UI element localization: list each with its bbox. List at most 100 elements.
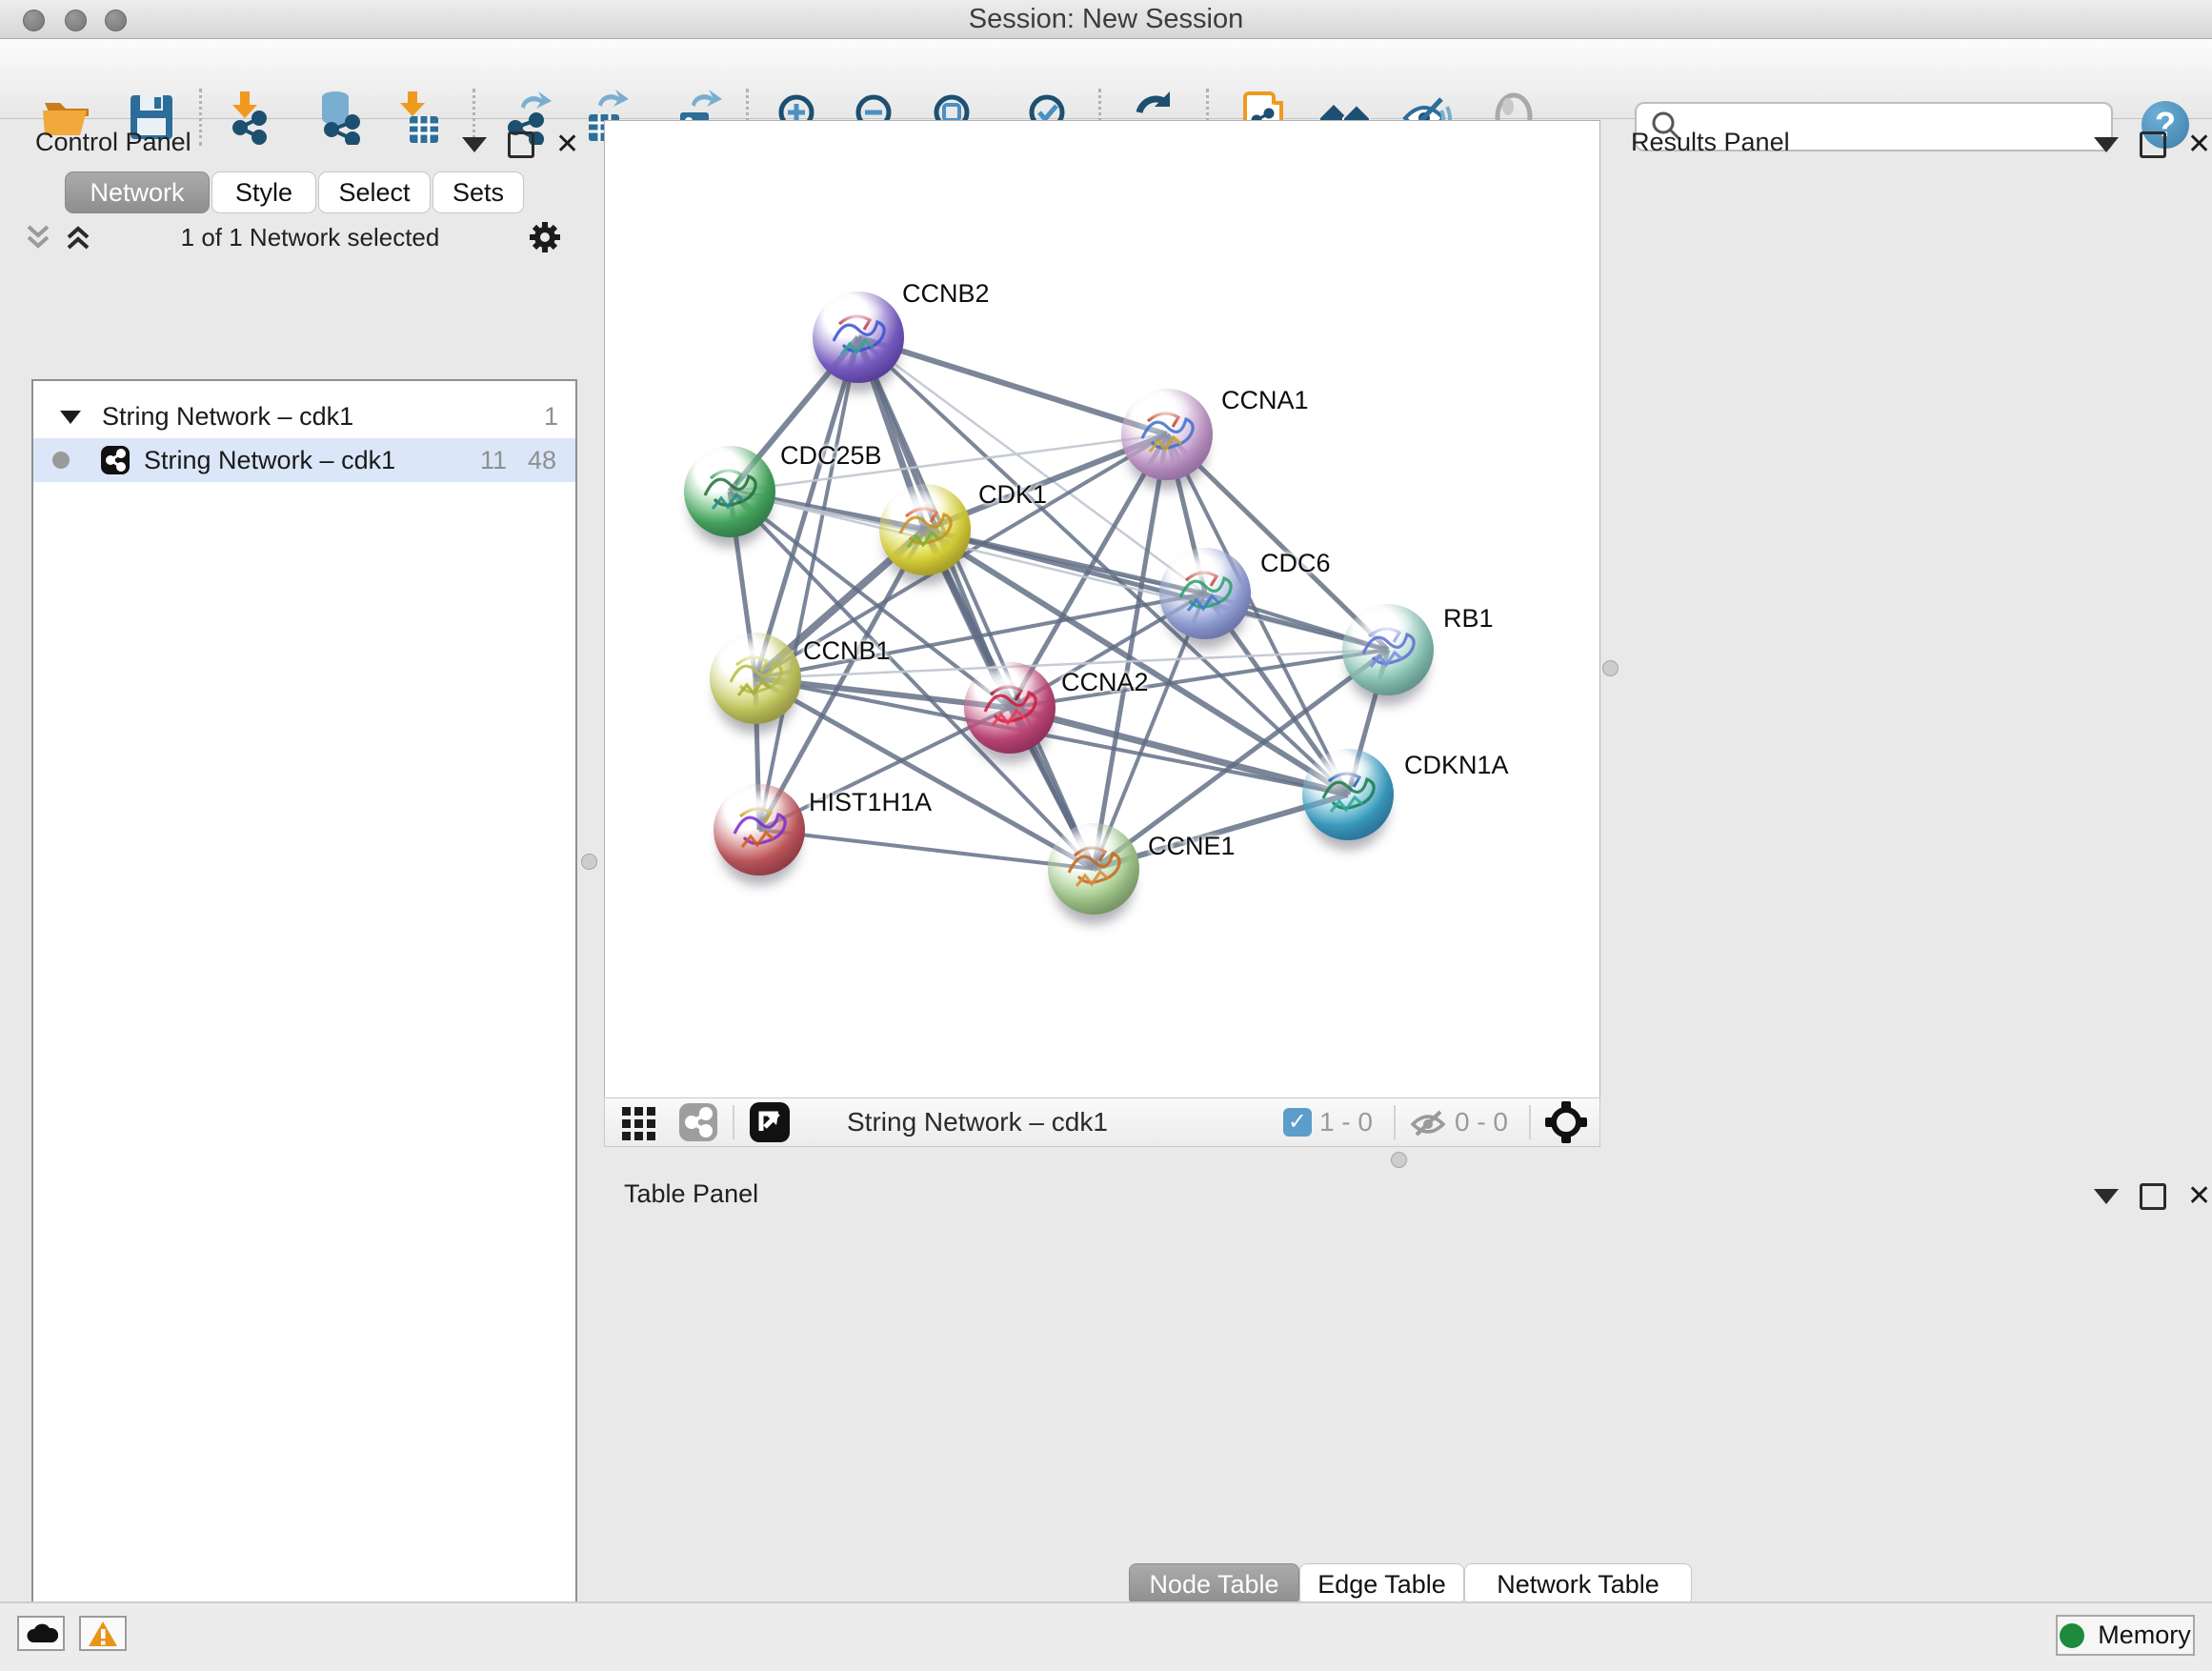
network-node-cdc25b[interactable] [684, 446, 775, 537]
node-gloss [830, 297, 885, 326]
cytoscape-window: Session: New Session [0, 0, 2212, 1671]
network-view-toolbar: String Network – cdk1 ✓ 1 - 0 0 - 0 [604, 1097, 1600, 1147]
network-node-ccne1[interactable] [1048, 823, 1139, 915]
tab-style[interactable]: Style [211, 171, 316, 213]
network-node-cdc6[interactable] [1159, 548, 1251, 639]
tab-select[interactable]: Select [318, 171, 431, 213]
close-panel-icon[interactable]: ✕ [2187, 1186, 2211, 1207]
node-gloss [701, 452, 756, 480]
hidden-elements-eye-icon[interactable] [1409, 1105, 1447, 1139]
grid-view-icon[interactable] [618, 1101, 660, 1143]
network-status-dot [52, 452, 70, 469]
node-gloss [731, 790, 786, 818]
memory-button[interactable]: Memory [2056, 1615, 2195, 1656]
memory-label: Memory [2098, 1621, 2191, 1650]
collection-expand-icon[interactable] [56, 405, 85, 428]
node-label-cdc25b: CDC25B [780, 441, 882, 471]
node-gloss [1319, 755, 1375, 783]
network-node-hist1h1a[interactable] [714, 784, 805, 876]
warning-icon [87, 1620, 119, 1648]
collection-count: 1 [544, 402, 558, 432]
node-label-ccnb1: CCNB1 [803, 636, 891, 666]
results-panel: Results Panel ✕ String Expand All Collap… [1619, 122, 2212, 1170]
string-network-icon [100, 445, 131, 475]
window-title: Session: New Session [0, 0, 2212, 38]
fit-selected-crosshair-icon[interactable] [1544, 1100, 1588, 1144]
network-row-selected[interactable]: String Network – cdk1 11 48 [33, 438, 575, 482]
collection-label: String Network – cdk1 [102, 402, 353, 432]
float-panel-icon[interactable] [508, 131, 534, 158]
node-gloss [896, 490, 952, 518]
tab-network-table[interactable]: Network Table [1464, 1563, 1692, 1605]
network-node-cdkn1a[interactable] [1302, 749, 1394, 840]
node-gloss [1138, 394, 1194, 423]
network-share-icon[interactable] [677, 1101, 719, 1143]
tab-edge-table[interactable]: Edge Table [1299, 1563, 1464, 1605]
hidden-counter: 0 - 0 [1455, 1107, 1508, 1137]
network-selection-status: 1 of 1 Network selected [94, 223, 526, 252]
node-gloss [1359, 610, 1415, 638]
network-edge[interactable] [759, 337, 858, 830]
network-edge-count: 48 [528, 446, 556, 475]
right-splitter-handle[interactable] [1602, 660, 1619, 676]
node-label-rb1: RB1 [1443, 604, 1494, 634]
panel-menu-icon[interactable] [2094, 1189, 2119, 1204]
node-label-cdkn1a: CDKN1A [1404, 751, 1509, 780]
title-bar: Session: New Session [0, 0, 2212, 39]
cloud-status-button[interactable] [17, 1616, 65, 1651]
float-panel-icon[interactable] [2140, 1183, 2166, 1210]
node-label-ccna2: CCNA2 [1061, 668, 1149, 697]
node-gloss [727, 638, 782, 667]
network-node-ccnb2[interactable] [813, 292, 904, 383]
selected-nodes-checkbox[interactable]: ✓ [1283, 1108, 1312, 1137]
node-label-cdk1: CDK1 [978, 480, 1047, 510]
node-gloss [1176, 554, 1232, 582]
control-panel-title: Control Panel [35, 128, 191, 157]
table-panel-title: Table Panel [624, 1179, 758, 1209]
node-gloss [981, 668, 1036, 696]
network-node-ccna1[interactable] [1121, 389, 1213, 480]
results-panel-title: Results Panel [1631, 128, 1790, 157]
tab-sets[interactable]: Sets [432, 171, 524, 213]
network-tree: String Network – cdk1 1 String Network –… [31, 379, 577, 1671]
control-panel-tabs: Network Style Select Sets [65, 171, 526, 213]
network-edge[interactable] [759, 830, 1094, 869]
main-toolbar: ? [0, 39, 2212, 119]
table-panel: Table Panel ✕ f(x) [604, 1172, 2212, 1601]
expand-all-networks-icon[interactable] [62, 221, 94, 253]
node-label-ccne1: CCNE1 [1148, 832, 1236, 861]
collapse-all-networks-icon[interactable] [22, 221, 54, 253]
close-panel-icon[interactable]: ✕ [2187, 134, 2211, 155]
network-canvas[interactable]: CCNB2 CCNA1 CDC25B CDK1 CDC6 RB1 CCNB1 CCNA2 CDK… [604, 120, 1600, 1099]
network-node-ccna2[interactable] [964, 662, 1056, 754]
node-label-ccna1: CCNA1 [1221, 386, 1309, 415]
birdseye-view-icon[interactable] [748, 1100, 792, 1144]
panel-menu-icon[interactable] [462, 137, 487, 152]
network-node-count: 11 [480, 446, 507, 475]
warnings-button[interactable] [79, 1616, 127, 1651]
close-panel-icon[interactable]: ✕ [555, 134, 579, 155]
node-gloss [1065, 829, 1120, 857]
float-panel-icon[interactable] [2140, 131, 2166, 158]
tab-node-table[interactable]: Node Table [1129, 1563, 1299, 1605]
network-node-ccnb1[interactable] [710, 633, 801, 724]
cloud-icon [24, 1621, 58, 1646]
control-panel: Control Panel ✕ Network Style Select Set… [10, 122, 581, 1601]
node-label-ccnb2: CCNB2 [902, 279, 990, 309]
memory-status-dot [2060, 1623, 2084, 1648]
table-panel-tabs: Node Table Edge Table Network Table [1129, 1563, 1692, 1605]
network-node-rb1[interactable] [1342, 604, 1434, 695]
node-label-hist1h1a: HIST1H1A [809, 788, 932, 817]
left-splitter-handle[interactable] [581, 854, 597, 870]
tab-network[interactable]: Network [65, 171, 210, 213]
network-label: String Network – cdk1 [144, 446, 395, 475]
status-bar: Memory [0, 1601, 2212, 1671]
network-node-cdk1[interactable] [879, 484, 971, 575]
network-view-title: String Network – cdk1 [847, 1107, 1108, 1137]
node-label-cdc6: CDC6 [1260, 549, 1331, 578]
network-collection-row[interactable]: String Network – cdk1 1 [33, 394, 575, 438]
network-options-gear-icon[interactable] [526, 218, 564, 256]
selected-counter: 1 - 0 [1319, 1107, 1373, 1137]
panel-menu-icon[interactable] [2094, 137, 2119, 152]
bottom-splitter-handle[interactable] [1391, 1152, 1407, 1168]
